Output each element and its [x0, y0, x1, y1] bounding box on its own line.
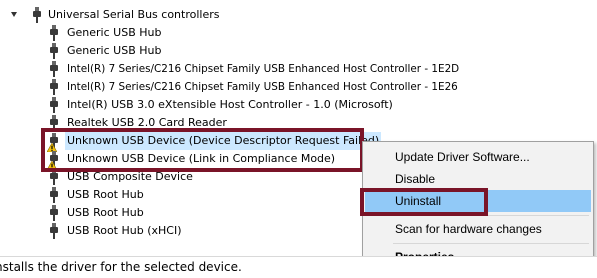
menu-item-scan-hardware[interactable]: Scan for hardware changes — [365, 218, 591, 240]
usb-plug-icon — [49, 61, 59, 77]
usb-plug-icon — [49, 97, 59, 113]
menu-separator — [393, 243, 589, 244]
expand-chevron-icon[interactable] — [11, 12, 17, 17]
usb-plug-icon — [49, 43, 59, 59]
device-row[interactable]: Intel(R) 7 Series/C216 Chipset Family US… — [0, 60, 470, 78]
device-row[interactable]: Generic USB Hub — [0, 24, 200, 42]
device-row[interactable]: USB Root Hub (xHCI) — [0, 222, 200, 240]
usb-plug-icon — [49, 205, 59, 221]
device-row[interactable]: Intel(R) USB 3.0 eXtensible Host Control… — [0, 96, 393, 114]
device-label: Intel(R) 7 Series/C216 Chipset Family US… — [67, 81, 458, 93]
device-label: Intel(R) USB 3.0 eXtensible Host Control… — [67, 98, 393, 111]
usb-plug-icon — [32, 7, 42, 23]
usb-plug-icon — [49, 223, 59, 239]
device-label: Generic USB Hub — [67, 26, 162, 39]
usb-plug-icon — [49, 25, 59, 41]
status-bar: nstalls the driver for the selected devi… — [0, 256, 597, 278]
context-menu: Update Driver Software... Disable Uninst… — [360, 141, 594, 274]
usb-plug-icon — [49, 79, 59, 95]
device-label: Intel(R) 7 Series/C216 Chipset Family US… — [67, 63, 460, 75]
category-label: Universal Serial Bus controllers — [48, 8, 220, 21]
annotation-box-uninstall — [360, 188, 488, 216]
device-row[interactable]: USB Root Hub — [0, 204, 200, 222]
category-row-usb-controllers[interactable]: Universal Serial Bus controllers — [0, 6, 240, 24]
device-label: USB Root Hub (xHCI) — [67, 224, 182, 237]
menu-item-disable[interactable]: Disable — [365, 168, 591, 190]
menu-item-update-driver[interactable]: Update Driver Software... — [365, 146, 591, 168]
status-text: nstalls the driver for the selected devi… — [0, 260, 242, 274]
device-label: USB Root Hub — [67, 188, 144, 201]
device-row[interactable]: Intel(R) 7 Series/C216 Chipset Family US… — [0, 78, 470, 96]
device-label: Generic USB Hub — [67, 44, 162, 57]
device-row[interactable]: Generic USB Hub — [0, 42, 200, 60]
device-label: USB Root Hub — [67, 206, 144, 219]
usb-plug-icon — [49, 187, 59, 203]
annotation-box-unknown-devices — [41, 128, 364, 172]
device-row[interactable]: USB Root Hub — [0, 186, 200, 204]
